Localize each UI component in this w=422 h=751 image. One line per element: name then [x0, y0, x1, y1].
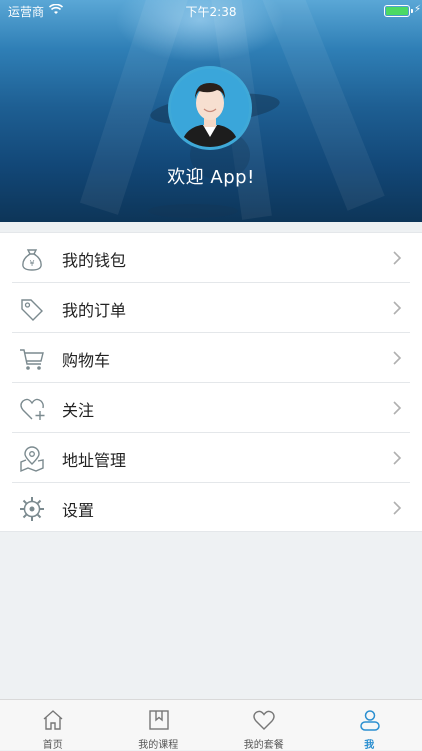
status-time: 下午2:38	[0, 3, 422, 20]
user-avatar-icon	[171, 69, 249, 147]
chevron-right-icon	[390, 300, 404, 316]
menu-item-settings[interactable]: 设置	[0, 483, 422, 533]
menu-list: ¥ 我的钱包 我的订单 购物车 关注	[0, 232, 422, 532]
bookmark-icon	[147, 708, 171, 732]
battery-icon	[384, 5, 410, 17]
chevron-right-icon	[390, 450, 404, 466]
menu-item-label: 我的订单	[62, 297, 126, 321]
cart-icon	[18, 345, 46, 373]
chevron-right-icon	[390, 500, 404, 516]
tab-label: 我的课程	[106, 736, 212, 751]
menu-item-cart[interactable]: 购物车	[0, 333, 422, 383]
menu-item-orders[interactable]: 我的订单	[0, 283, 422, 333]
chevron-right-icon	[390, 400, 404, 416]
menu-item-wallet[interactable]: ¥ 我的钱包	[0, 233, 422, 283]
menu-item-label: 购物车	[62, 347, 110, 371]
tag-icon	[18, 295, 46, 323]
tab-my-packages[interactable]: 我的套餐	[211, 700, 317, 751]
gear-icon	[18, 495, 46, 523]
tab-label: 首页	[0, 736, 106, 751]
home-icon	[41, 708, 65, 732]
menu-item-label: 设置	[62, 497, 94, 521]
menu-item-label: 我的钱包	[62, 247, 126, 271]
status-bar: 运营商 下午2:38 ⚡	[0, 0, 422, 22]
user-icon	[358, 708, 382, 732]
menu-item-label: 关注	[62, 397, 94, 421]
avatar[interactable]	[168, 66, 252, 150]
tab-home[interactable]: 首页	[0, 700, 106, 751]
tab-label: 我的套餐	[211, 736, 317, 751]
heart-plus-icon	[18, 395, 46, 423]
wallet-icon: ¥	[18, 245, 46, 273]
map-pin-icon	[18, 445, 46, 473]
tab-label: 我	[317, 736, 422, 751]
chevron-right-icon	[390, 350, 404, 366]
menu-item-label: 地址管理	[62, 447, 126, 471]
chevron-right-icon	[390, 250, 404, 266]
tab-bar: 首页 我的课程 我的套餐 我	[0, 699, 422, 750]
charging-icon: ⚡	[414, 4, 421, 15]
menu-item-follow[interactable]: 关注	[0, 383, 422, 433]
menu-item-address[interactable]: 地址管理	[0, 433, 422, 483]
heart-icon	[252, 708, 276, 732]
welcome-text: 欢迎 App!	[0, 163, 422, 189]
tab-my-courses[interactable]: 我的课程	[106, 700, 212, 751]
svg-text:¥: ¥	[29, 259, 34, 268]
tab-me[interactable]: 我	[317, 700, 422, 751]
